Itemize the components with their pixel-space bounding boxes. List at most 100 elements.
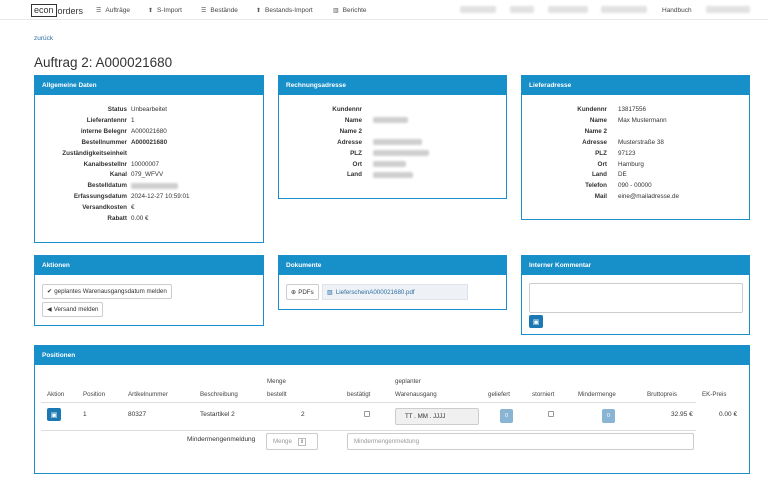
redacted-value [373,171,413,178]
nav-handbuch[interactable]: Handbuch [662,5,692,15]
save-icon: ▣ [532,318,540,326]
panel-documents: Dokumente ⊕ PDFs ▨ LieferscheinA000021680.… [278,255,507,310]
comment-textarea[interactable] [529,283,743,313]
cell-bruttopreis: 32.95 € [671,411,693,418]
kv-label: PLZ [595,149,607,157]
kv-value: 13817556 [618,106,647,113]
kv-value: 090 - 00000 [618,182,652,190]
delivered-button[interactable]: 0 [500,409,513,423]
table-divider [41,430,696,431]
kv-label: Adresse [582,138,607,146]
send-icon: ◀ [47,306,52,313]
quantity-input[interactable]: Menge ⇕ [266,433,318,450]
kv-value: Hamburg [618,160,644,168]
col-header-bestaetigt: bestätigt [347,391,371,398]
bar-chart-icon: ▥ [333,7,339,14]
kv-value: 2024-12-27 10:59:01 [131,193,190,201]
kv-value: 97123 [618,149,636,157]
panel-title: Interner Kommentar [522,256,749,275]
kv-label: Versandkosten [82,204,127,212]
check-icon: ✔ [47,288,53,295]
kv-value [373,160,406,168]
nav-item-blurred[interactable] [460,6,496,13]
kv-label: Bestellnummer [81,138,128,146]
ship-date-input[interactable]: TT . MM . JJJJ [395,408,479,425]
kv-label: Name 2 [339,127,362,135]
kv-label: PLZ [350,149,362,157]
col-header-geliefert: geliefert [488,391,511,398]
panel-shipping: Lieferadresse Kundennr 13817556 Name Max Mu… [521,75,750,220]
kv-label: Kundennr [332,106,362,113]
back-link[interactable]: zurück [34,35,53,42]
save-comment-button[interactable]: ▣ [529,315,543,328]
kv-label: Ort [597,160,607,168]
list-icon: ☰ [96,7,102,14]
kv-label: Name 2 [584,127,607,135]
panel-actions: Aktionen ✔ geplantes Warenausgangsdatum m… [34,255,264,326]
kv-label: Land [346,171,362,179]
panel-general: Allgemeine Daten Status Unbearbeitet Liefe… [34,75,264,243]
panel-billing: Rechnungsadresse Kundennr Name Name 2 Adres… [278,75,507,199]
panel-title: Dokumente [279,256,506,275]
page-title: Auftrag 2: A000021680 [34,55,173,70]
nav-item-blurred[interactable] [510,6,534,13]
kv-label: Name [589,116,607,124]
col-header-warenausgang-2: Warenausgang [395,391,437,398]
kv-label: Name [344,116,362,124]
pdfs-button[interactable]: ⊕ PDFs [286,284,319,300]
upload-icon: ⬆ [256,7,262,14]
nav-item-blurred[interactable] [601,6,647,13]
nav-bestaende[interactable]: ☰ Bestände [201,5,238,15]
kv-label: Telefon [585,182,607,190]
nav-auftraege[interactable]: ☰ Aufträge [96,5,130,15]
confirmed-checkbox[interactable] [364,411,370,417]
nav-bestands-import[interactable]: ⬆ Bestands-Import [256,5,313,15]
kv-value: Musterstraße 38 [618,138,664,146]
kv-label: Kanal [109,171,127,179]
upload-icon: ⬆ [148,7,154,14]
redacted-value [373,139,422,146]
kv-label: interne Belegnr [80,127,127,135]
report-planned-shipdate-button[interactable]: ✔ geplantes Warenausgangsdatum melden [42,284,172,299]
col-header-artikelnummer: Artikelnummer [128,391,168,398]
stepper-icon[interactable]: ⇕ [297,437,307,446]
kv-value: € [131,204,135,212]
redacted-value [373,160,406,167]
kv-value [131,182,178,189]
shortfall-note-input[interactable]: Mindermengenmeldung [347,433,694,450]
brand-logo[interactable]: econ orders [31,4,83,17]
panel-title: Rechnungsadresse [279,76,506,95]
user-menu-blurred[interactable] [706,6,750,13]
kv-value: Unbearbeitet [131,106,168,113]
redacted-value [373,117,408,124]
kv-label: Erfassungsdatum [73,193,127,201]
cell-ekpreis: 0.00 € [719,411,738,418]
kv-value [373,117,408,124]
kv-value: 1 [131,116,135,124]
document-link[interactable]: ▨ LieferscheinA000021680.pdf [322,284,468,300]
panel-comment: Interner Kommentar ▣ [521,255,750,335]
nav-berichte[interactable]: ▥ Berichte [333,5,367,15]
cell-menge: 2 [301,411,305,418]
list-icon: ☰ [201,7,207,14]
nav-s-import[interactable]: ⬆ S-Import [148,5,182,15]
redacted-value [131,182,178,189]
nav-item-blurred[interactable] [548,6,588,13]
cell-position: 1 [83,411,87,418]
kv-label: Adresse [337,138,362,146]
kv-value: Max Mustermann [618,116,667,124]
col-header-aktion: Aktion [47,391,65,398]
mindermenge-label: Mindermengenmeldung [187,436,256,443]
save-icon: ▣ [50,411,58,419]
kv-value: 079_WFVV [131,171,164,179]
panel-title: Positionen [35,346,749,365]
shortfall-button[interactable]: 0 [602,409,615,423]
kv-value [373,171,413,178]
kv-label: Kundennr [577,106,607,113]
kv-value [373,149,429,157]
kv-value: eine@mailadresse.de [618,193,679,201]
report-shipping-button[interactable]: ◀ Versand melden [42,302,104,317]
save-row-button[interactable]: ▣ [47,408,61,421]
kv-label: Kanalbestellnr [83,160,127,168]
cancelled-checkbox[interactable] [548,411,554,417]
